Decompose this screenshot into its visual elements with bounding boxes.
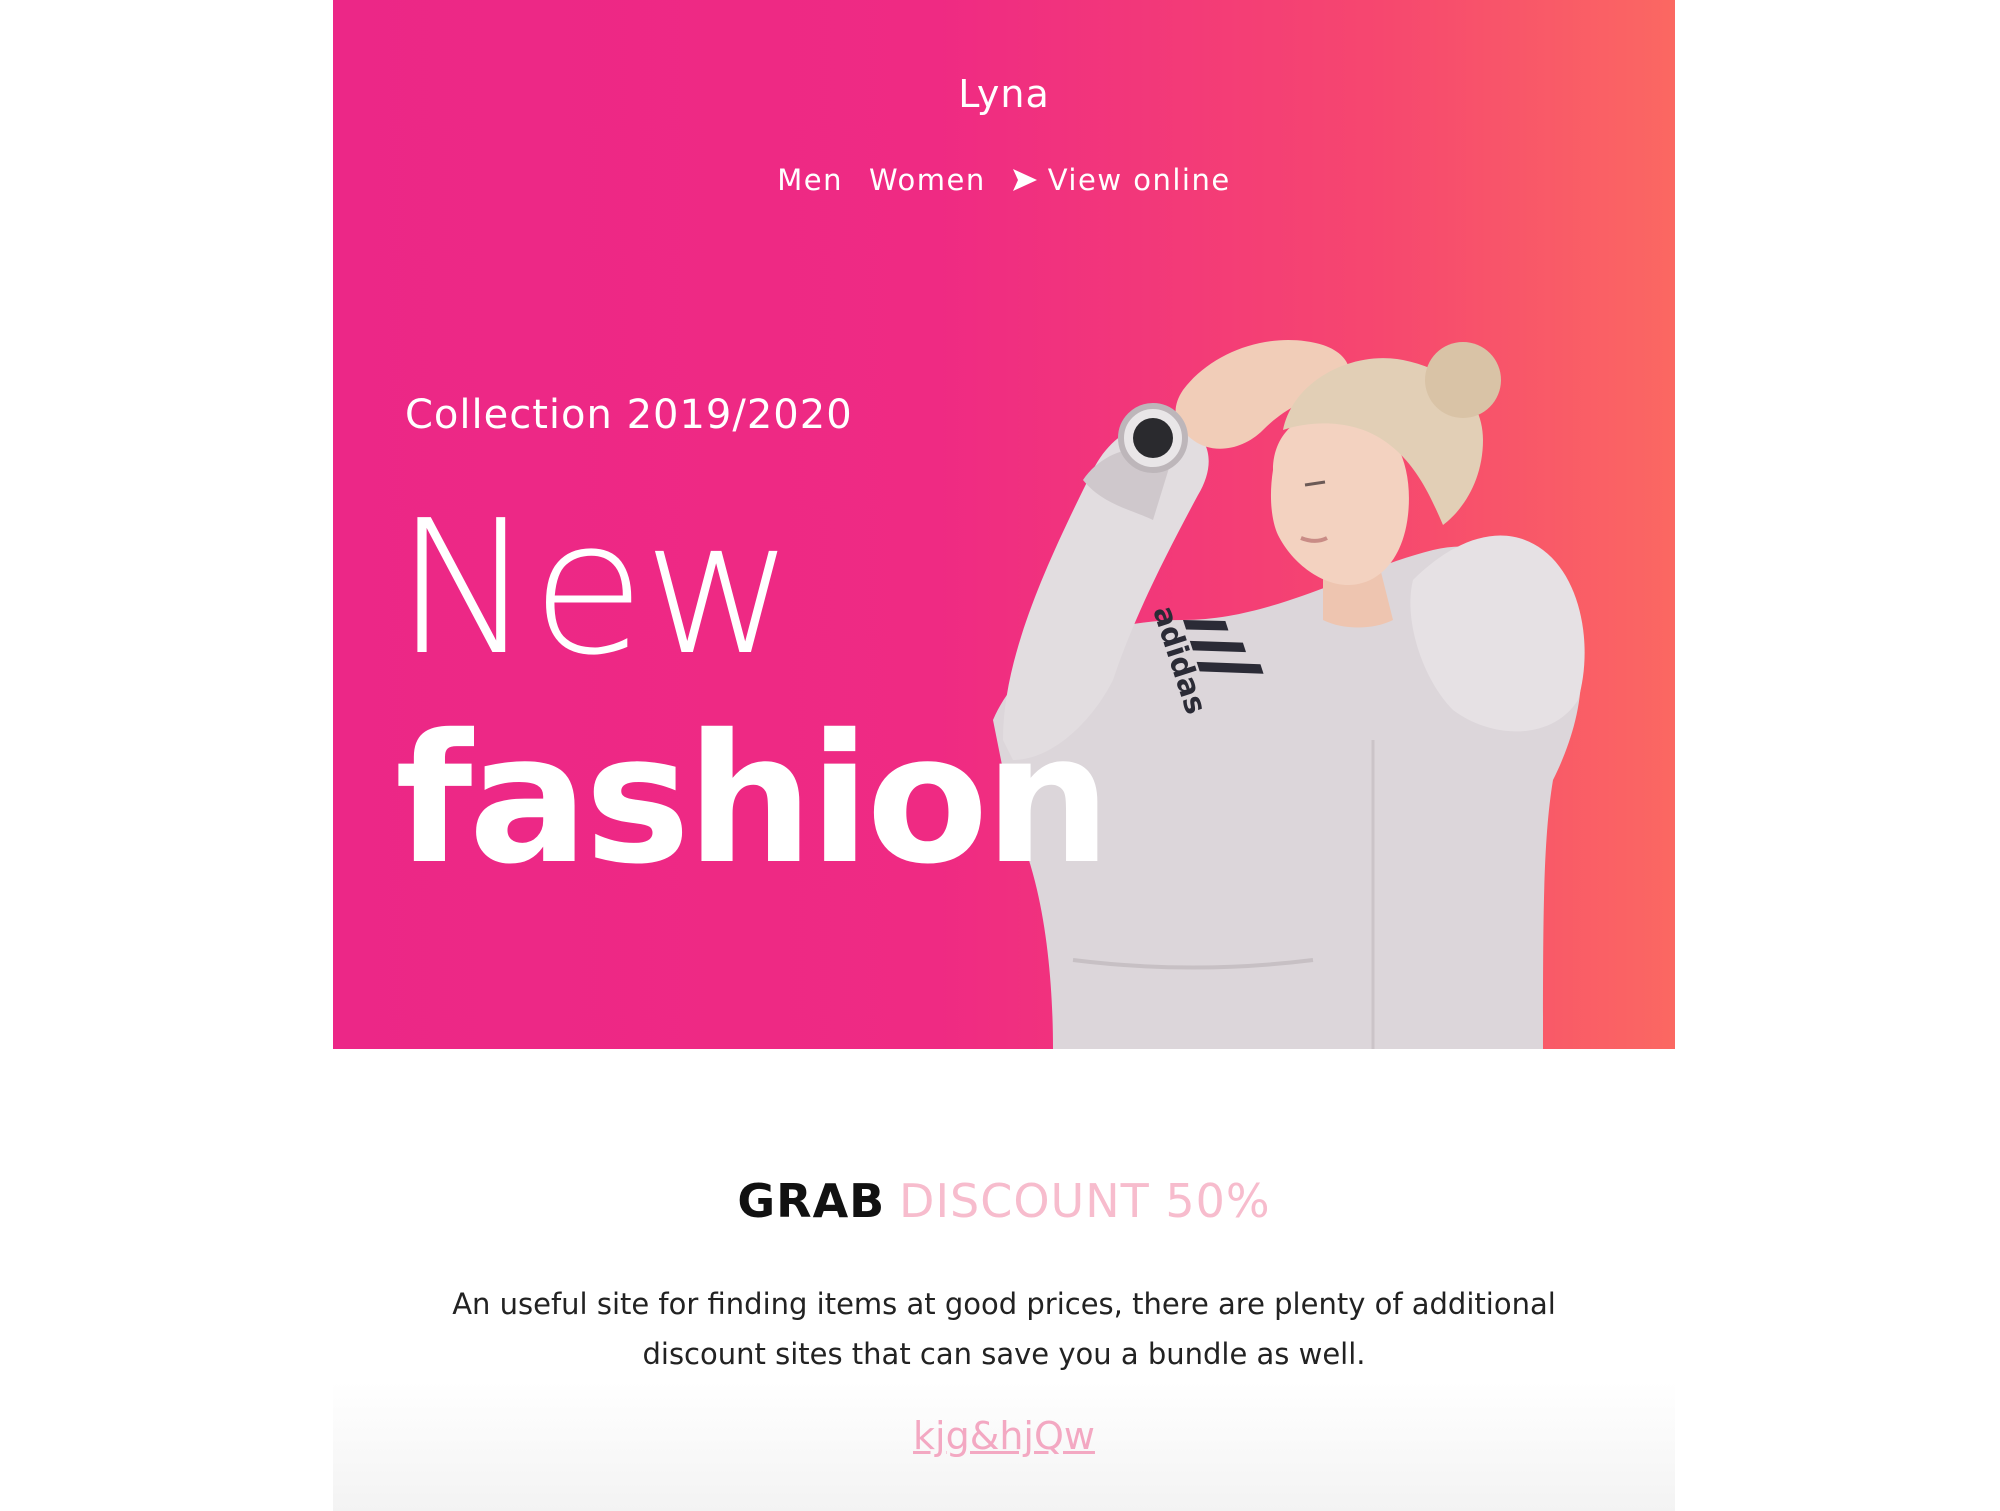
nav-women-link[interactable]: Women bbox=[869, 163, 986, 197]
send-icon bbox=[1012, 168, 1038, 192]
page: Lyna Men Women View online Collection 20… bbox=[0, 0, 2000, 1511]
promo-code-link[interactable]: kjg&hjQw bbox=[333, 1414, 1675, 1458]
nav-men-link[interactable]: Men bbox=[777, 163, 843, 197]
brand-logo[interactable]: Lyna bbox=[333, 72, 1675, 116]
headline-new: New bbox=[395, 480, 795, 696]
promo-title-accent: DISCOUNT 50% bbox=[899, 1174, 1271, 1228]
promo-section: GRAB DISCOUNT 50% An useful site for fin… bbox=[333, 1049, 1675, 1511]
view-online-link[interactable]: View online bbox=[1012, 163, 1231, 197]
email-container: Lyna Men Women View online Collection 20… bbox=[333, 0, 1675, 1511]
top-nav: Men Women View online bbox=[333, 163, 1675, 197]
promo-title-strong: GRAB bbox=[737, 1174, 886, 1228]
collection-label: Collection 2019/2020 bbox=[405, 392, 853, 438]
view-online-label: View online bbox=[1047, 163, 1231, 197]
model-photo: adidas bbox=[993, 340, 1585, 1049]
headline-fashion: fashion bbox=[395, 696, 1111, 903]
hero-banner: Lyna Men Women View online Collection 20… bbox=[333, 0, 1675, 1049]
promo-title: GRAB DISCOUNT 50% bbox=[333, 1174, 1675, 1228]
promo-description: An useful site for finding items at good… bbox=[452, 1287, 1556, 1371]
